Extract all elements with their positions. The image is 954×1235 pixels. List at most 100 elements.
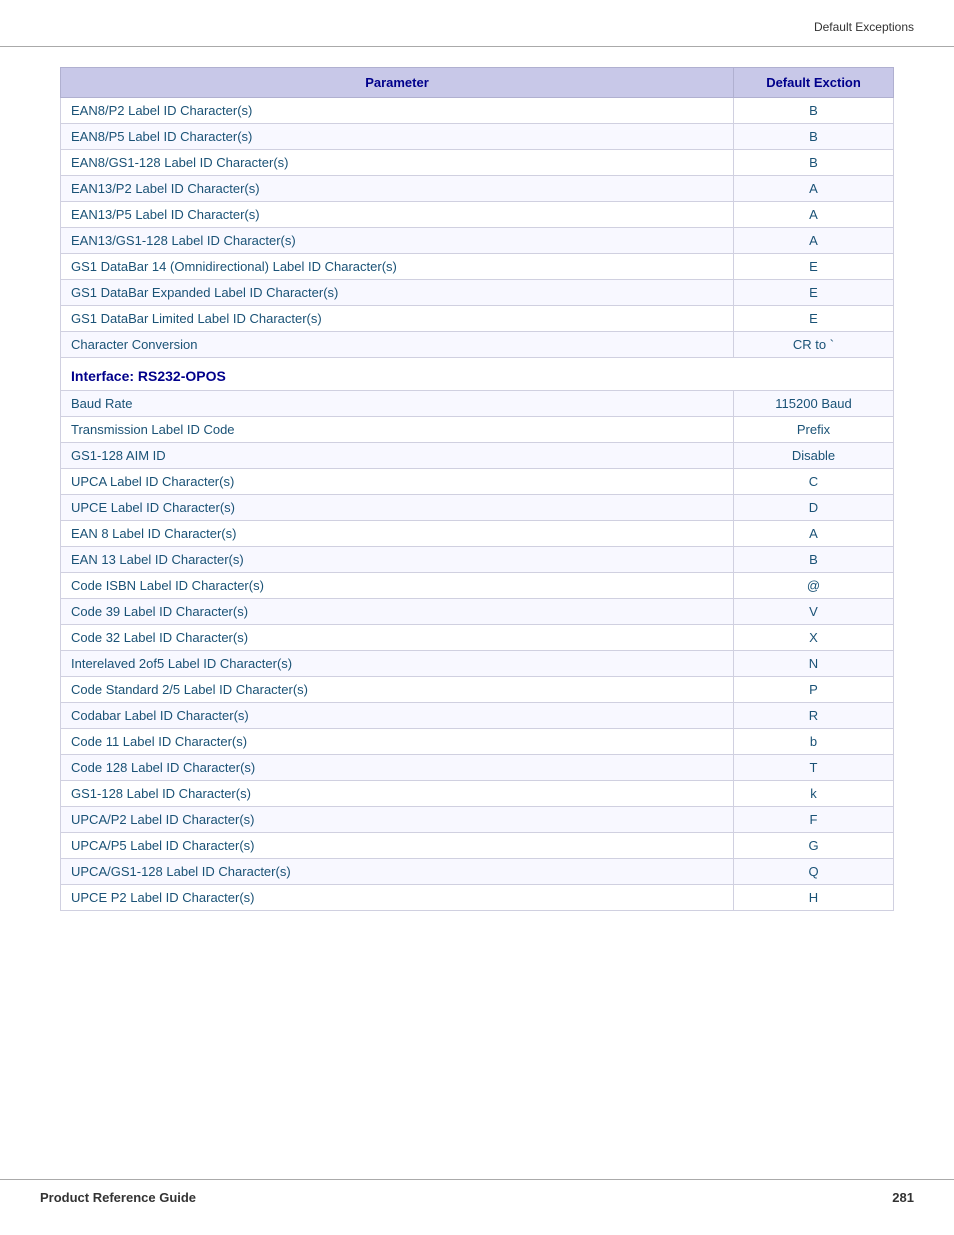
value-cell: B	[734, 547, 894, 573]
main-content: Parameter Default Exction EAN8/P2 Label …	[0, 47, 954, 931]
param-cell: GS1 DataBar Limited Label ID Character(s…	[61, 306, 734, 332]
param-cell: UPCA/P2 Label ID Character(s)	[61, 807, 734, 833]
param-cell: EAN13/P2 Label ID Character(s)	[61, 176, 734, 202]
value-cell: E	[734, 306, 894, 332]
data-table: Parameter Default Exction EAN8/P2 Label …	[60, 67, 894, 911]
page-container: Default Exceptions Parameter Default Exc…	[0, 0, 954, 1235]
value-cell: b	[734, 729, 894, 755]
table-row: UPCE Label ID Character(s)D	[61, 495, 894, 521]
param-cell: UPCA/P5 Label ID Character(s)	[61, 833, 734, 859]
param-cell: EAN13/P5 Label ID Character(s)	[61, 202, 734, 228]
table-row: EAN13/GS1-128 Label ID Character(s)A	[61, 228, 894, 254]
param-cell: Code 11 Label ID Character(s)	[61, 729, 734, 755]
param-cell: GS1-128 AIM ID	[61, 443, 734, 469]
param-cell: GS1-128 Label ID Character(s)	[61, 781, 734, 807]
value-cell: 115200 Baud	[734, 391, 894, 417]
table-row: UPCE P2 Label ID Character(s)H	[61, 885, 894, 911]
value-cell: @	[734, 573, 894, 599]
table-row: EAN13/P2 Label ID Character(s)A	[61, 176, 894, 202]
table-row: GS1 DataBar Expanded Label ID Character(…	[61, 280, 894, 306]
value-cell: D	[734, 495, 894, 521]
value-cell: A	[734, 202, 894, 228]
value-cell: X	[734, 625, 894, 651]
table-row: EAN 8 Label ID Character(s)A	[61, 521, 894, 547]
page-header: Default Exceptions	[0, 0, 954, 47]
value-cell: P	[734, 677, 894, 703]
table-row: EAN 13 Label ID Character(s)B	[61, 547, 894, 573]
table-row: EAN8/P5 Label ID Character(s)B	[61, 124, 894, 150]
param-cell: Transmission Label ID Code	[61, 417, 734, 443]
value-cell: B	[734, 150, 894, 176]
param-cell: Code 39 Label ID Character(s)	[61, 599, 734, 625]
table-row: Transmission Label ID CodePrefix	[61, 417, 894, 443]
param-cell: EAN13/GS1-128 Label ID Character(s)	[61, 228, 734, 254]
param-cell: EAN 8 Label ID Character(s)	[61, 521, 734, 547]
table-row: UPCA/P2 Label ID Character(s)F	[61, 807, 894, 833]
value-cell: Prefix	[734, 417, 894, 443]
value-cell: G	[734, 833, 894, 859]
value-cell: Disable	[734, 443, 894, 469]
param-cell: Code Standard 2/5 Label ID Character(s)	[61, 677, 734, 703]
param-cell: Code 32 Label ID Character(s)	[61, 625, 734, 651]
param-cell: Character Conversion	[61, 332, 734, 358]
table-row: Codabar Label ID Character(s)R	[61, 703, 894, 729]
table-row: Code 128 Label ID Character(s)T	[61, 755, 894, 781]
value-cell: Q	[734, 859, 894, 885]
table-row: Baud Rate115200 Baud	[61, 391, 894, 417]
param-cell: EAN8/GS1-128 Label ID Character(s)	[61, 150, 734, 176]
value-cell: B	[734, 98, 894, 124]
table-row: Code 11 Label ID Character(s)b	[61, 729, 894, 755]
param-cell: Code 128 Label ID Character(s)	[61, 755, 734, 781]
table-row: UPCA Label ID Character(s)C	[61, 469, 894, 495]
value-cell: N	[734, 651, 894, 677]
param-cell: GS1 DataBar 14 (Omnidirectional) Label I…	[61, 254, 734, 280]
param-cell: Code ISBN Label ID Character(s)	[61, 573, 734, 599]
param-cell: UPCA Label ID Character(s)	[61, 469, 734, 495]
table-row: Code ISBN Label ID Character(s)@	[61, 573, 894, 599]
section-header-label: Interface: RS232-OPOS	[61, 358, 894, 391]
table-row: GS1-128 AIM IDDisable	[61, 443, 894, 469]
param-cell: EAN8/P2 Label ID Character(s)	[61, 98, 734, 124]
table-row: UPCA/P5 Label ID Character(s)G	[61, 833, 894, 859]
value-cell: k	[734, 781, 894, 807]
param-cell: Baud Rate	[61, 391, 734, 417]
value-cell: CR to `	[734, 332, 894, 358]
value-cell: F	[734, 807, 894, 833]
table-row: GS1 DataBar 14 (Omnidirectional) Label I…	[61, 254, 894, 280]
page-footer: Product Reference Guide 281	[0, 1179, 954, 1215]
value-cell: V	[734, 599, 894, 625]
header-title: Default Exceptions	[814, 20, 914, 34]
param-cell: EAN 13 Label ID Character(s)	[61, 547, 734, 573]
section-header-row: Interface: RS232-OPOS	[61, 358, 894, 391]
table-row: Code 39 Label ID Character(s)V	[61, 599, 894, 625]
table-row: EAN8/GS1-128 Label ID Character(s)B	[61, 150, 894, 176]
value-cell: R	[734, 703, 894, 729]
table-row: UPCA/GS1-128 Label ID Character(s)Q	[61, 859, 894, 885]
value-cell: H	[734, 885, 894, 911]
value-cell: B	[734, 124, 894, 150]
table-row: GS1-128 Label ID Character(s)k	[61, 781, 894, 807]
col1-header: Parameter	[61, 68, 734, 98]
table-row: Code Standard 2/5 Label ID Character(s)P	[61, 677, 894, 703]
footer-left-text: Product Reference Guide	[40, 1190, 196, 1205]
param-cell: Interelaved 2of5 Label ID Character(s)	[61, 651, 734, 677]
param-cell: EAN8/P5 Label ID Character(s)	[61, 124, 734, 150]
table-row: Character ConversionCR to `	[61, 332, 894, 358]
param-cell: GS1 DataBar Expanded Label ID Character(…	[61, 280, 734, 306]
table-row: EAN13/P5 Label ID Character(s)A	[61, 202, 894, 228]
value-cell: E	[734, 254, 894, 280]
footer-right-text: 281	[892, 1190, 914, 1205]
value-cell: T	[734, 755, 894, 781]
value-cell: A	[734, 521, 894, 547]
value-cell: C	[734, 469, 894, 495]
table-row: GS1 DataBar Limited Label ID Character(s…	[61, 306, 894, 332]
table-row: EAN8/P2 Label ID Character(s)B	[61, 98, 894, 124]
table-row: Interelaved 2of5 Label ID Character(s)N	[61, 651, 894, 677]
col2-header: Default Exction	[734, 68, 894, 98]
param-cell: Codabar Label ID Character(s)	[61, 703, 734, 729]
value-cell: E	[734, 280, 894, 306]
value-cell: A	[734, 176, 894, 202]
table-row: Code 32 Label ID Character(s)X	[61, 625, 894, 651]
param-cell: UPCE Label ID Character(s)	[61, 495, 734, 521]
value-cell: A	[734, 228, 894, 254]
